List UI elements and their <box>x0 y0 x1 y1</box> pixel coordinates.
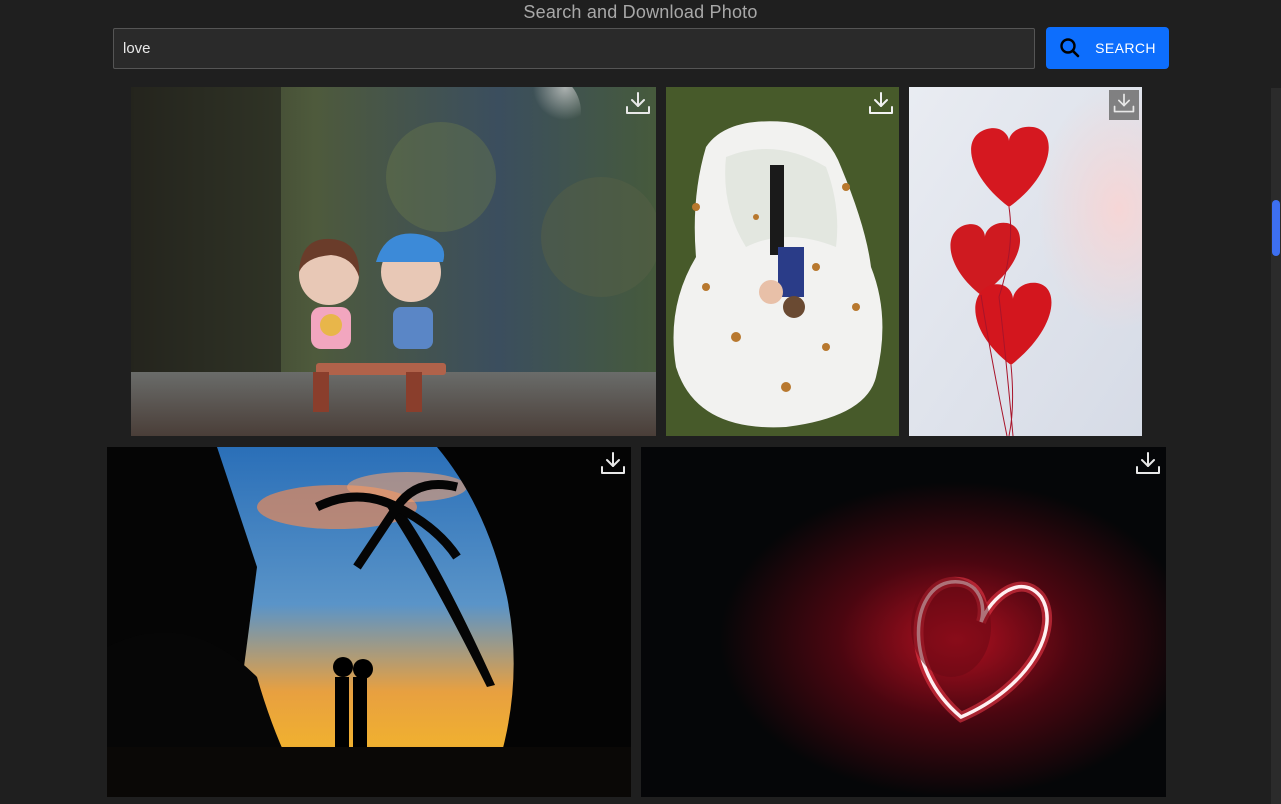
photo-image <box>909 87 1142 436</box>
photo-heart-balloons[interactable] <box>909 87 1142 436</box>
search-button[interactable]: SEARCH <box>1046 27 1169 69</box>
download-icon <box>624 89 652 122</box>
download-button[interactable] <box>598 450 628 480</box>
download-icon <box>867 89 895 122</box>
photo-image <box>666 87 899 436</box>
photo-wedding-couple[interactable] <box>666 87 899 436</box>
download-icon <box>1112 91 1136 120</box>
photo-toy-couple[interactable] <box>131 87 656 436</box>
search-button-label: SEARCH <box>1095 40 1156 56</box>
app-window: Search and Download Photo SEARCH <box>0 0 1281 804</box>
download-icon <box>1134 449 1162 482</box>
photo-neon-heart[interactable] <box>641 447 1166 797</box>
download-button[interactable] <box>1109 90 1139 120</box>
photo-image <box>641 447 1166 797</box>
scrollbar-thumb[interactable] <box>1272 200 1280 256</box>
search-icon <box>1059 37 1081 59</box>
search-input[interactable] <box>113 28 1035 69</box>
photo-image <box>131 87 656 436</box>
download-button[interactable] <box>623 90 653 120</box>
download-button[interactable] <box>866 90 896 120</box>
download-button[interactable] <box>1133 450 1163 480</box>
page-title: Search and Download Photo <box>523 2 758 22</box>
scrollbar[interactable] <box>1271 88 1281 804</box>
download-icon <box>599 449 627 482</box>
photo-sunset-couple[interactable] <box>107 447 631 797</box>
photo-image <box>107 447 631 797</box>
